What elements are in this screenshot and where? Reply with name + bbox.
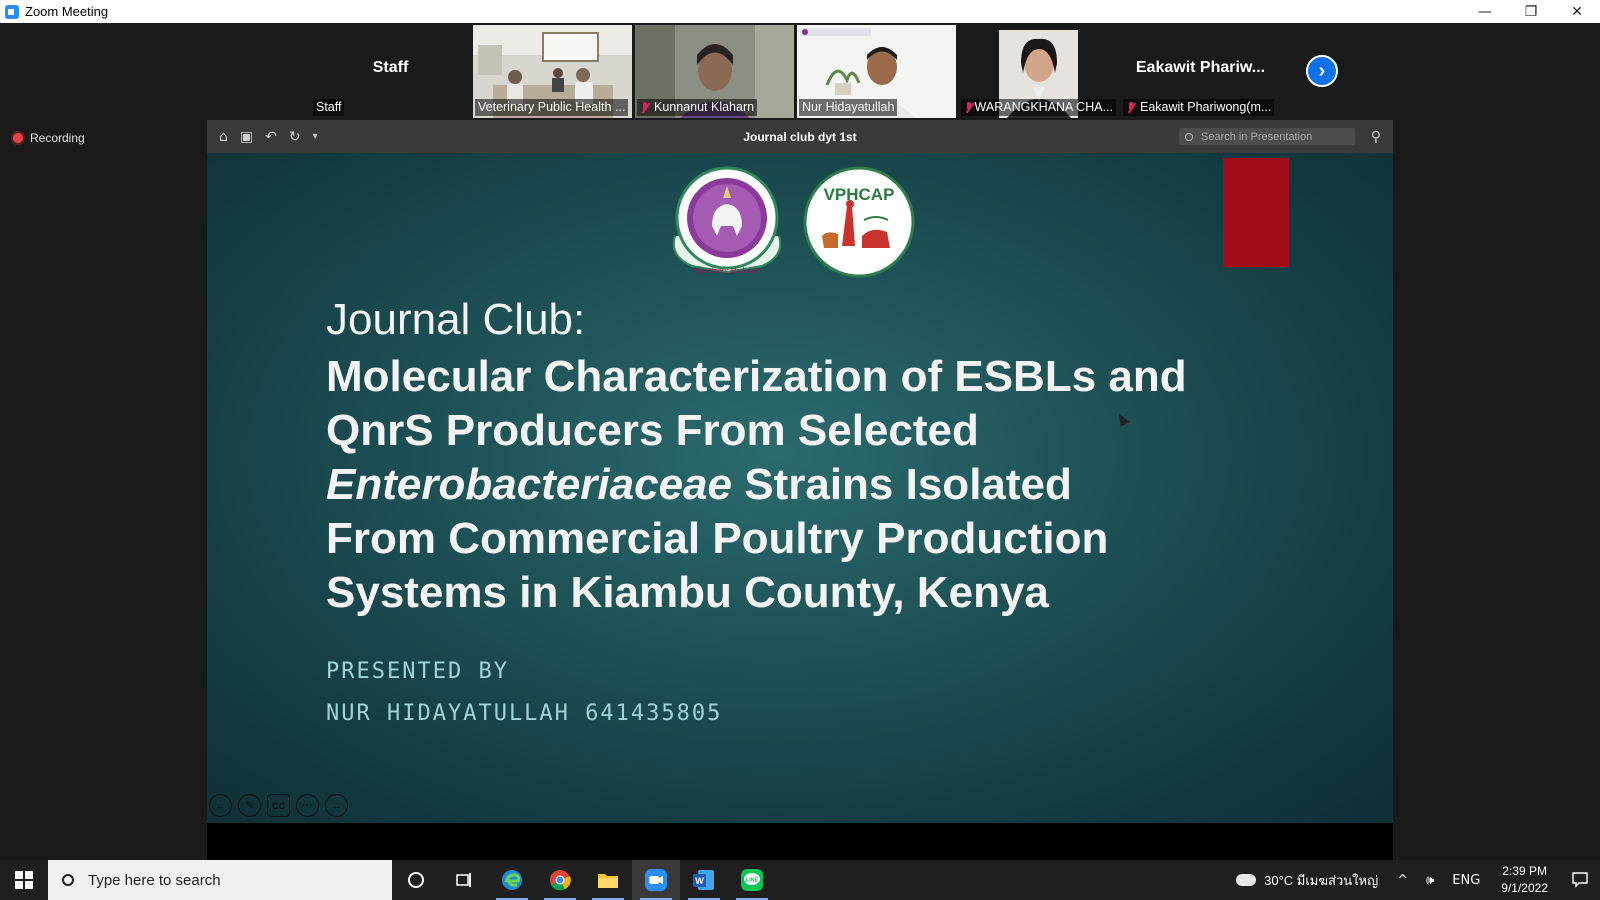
- chrome-icon: [550, 870, 571, 891]
- recording-indicator[interactable]: Recording: [13, 131, 85, 145]
- slide-heading: Journal Club:: [326, 295, 586, 344]
- taskbar-search[interactable]: [48, 860, 392, 900]
- presentation-toolbar: ⌂ ▣ ↶ ↻ ▾ Journal club dyt 1st ⚲: [207, 120, 1393, 153]
- word-app[interactable]: W: [680, 860, 728, 900]
- undo-icon[interactable]: ↶: [265, 129, 277, 145]
- clock-date: 9/1/2022: [1501, 881, 1548, 895]
- participant-gallery: Staff Staff Veterinary Public Health ...: [311, 25, 1280, 118]
- participant-name: WARANGKHANA CHA...: [974, 100, 1113, 114]
- taskbar-search-input[interactable]: [88, 871, 378, 889]
- pen-tool-button[interactable]: ✎: [238, 794, 261, 817]
- line-app[interactable]: LINE: [728, 860, 776, 900]
- more-options-button[interactable]: ···: [296, 794, 319, 817]
- slide-title-line: QnrS Producers From Selected: [326, 406, 979, 455]
- muted-mic-icon: [964, 101, 971, 114]
- participant-tile[interactable]: Veterinary Public Health ...: [473, 25, 632, 118]
- file-explorer-app[interactable]: [584, 860, 632, 900]
- slide-title-line: Enterobacteriaceae Strains Isolated: [326, 458, 1226, 512]
- home-icon[interactable]: ⌂: [219, 129, 228, 145]
- participant-name: Staff: [316, 100, 342, 114]
- folder-icon: [598, 874, 618, 888]
- recording-dot-icon: [13, 133, 23, 143]
- previous-slide-button[interactable]: ←: [209, 794, 232, 817]
- muted-mic-icon: [1126, 101, 1136, 114]
- slide-title-line: From Commercial Poultry Production: [326, 514, 1109, 563]
- presentation-search[interactable]: [1179, 128, 1355, 145]
- task-view-icon: [456, 873, 471, 887]
- svg-text:Veterinary Medicine: Veterinary Medicine: [694, 266, 760, 275]
- slide-controls: ← ✎ CC ··· →: [209, 794, 348, 817]
- participant-big-name: Eakawit Phariw...: [1135, 59, 1266, 76]
- chrome-app[interactable]: [536, 860, 584, 900]
- zoom-logo-icon: [5, 4, 19, 19]
- slide-title: Molecular Characterization of ESBLs and …: [326, 350, 1226, 620]
- minimize-button[interactable]: —: [1462, 0, 1508, 23]
- next-page-button[interactable]: ›: [1306, 55, 1338, 87]
- input-language[interactable]: ENG: [1452, 873, 1480, 888]
- captions-button[interactable]: CC: [267, 794, 290, 817]
- participant-tile[interactable]: Staff Staff: [311, 25, 470, 118]
- vphcap-logo: VPHCAP: [803, 166, 915, 278]
- edge-icon: [502, 870, 522, 890]
- svg-text:VPHCAP: VPHCAP: [824, 185, 895, 204]
- task-view-button[interactable]: [440, 860, 488, 900]
- participant-name: Kunnanut Klaharn: [654, 100, 755, 114]
- window-title: Zoom Meeting: [25, 4, 109, 19]
- zoom-app[interactable]: [632, 860, 680, 900]
- redo-icon[interactable]: ↻: [289, 129, 301, 145]
- participant-big-name: Staff: [372, 59, 409, 76]
- cortana-button[interactable]: [392, 860, 440, 900]
- save-icon[interactable]: ▣: [240, 129, 253, 145]
- participant-tile[interactable]: Kunnanut Klaharn: [635, 25, 794, 118]
- share-person-icon[interactable]: ⚲: [1371, 128, 1381, 145]
- clock-time: 2:39 PM: [1502, 864, 1547, 878]
- presentation-search-input[interactable]: [1201, 130, 1351, 143]
- slide-title-line: Molecular Characterization of ESBLs and: [326, 352, 1187, 401]
- system-tray: 30°C มีเมฆส่วนใหญ่ ^ 🕪 ENG 2:39 PM 9/1/2…: [1236, 860, 1600, 900]
- search-icon: [62, 874, 74, 886]
- zoom-icon: [645, 869, 667, 891]
- cortana-icon: [408, 872, 424, 888]
- customize-dropdown-icon[interactable]: ▾: [313, 131, 318, 142]
- next-slide-button[interactable]: →: [325, 794, 348, 817]
- svg-text:LINE: LINE: [746, 878, 759, 884]
- participant-name: Nur Hidayatullah: [802, 100, 895, 114]
- weather-cloud-icon: [1236, 868, 1257, 886]
- windows-taskbar: W LINE 30°C มีเมฆส่วนใหญ่ ^ 🕪 ENG 2:39 P…: [0, 860, 1600, 900]
- volume-icon[interactable]: 🕪: [1426, 873, 1434, 888]
- edge-app[interactable]: [488, 860, 536, 900]
- word-icon: W: [693, 870, 714, 890]
- clock[interactable]: 2:39 PM 9/1/2022: [1501, 863, 1548, 897]
- recording-label: Recording: [30, 131, 85, 145]
- muted-mic-icon: [640, 101, 650, 114]
- window-titlebar: Zoom Meeting — ❐ ✕: [0, 0, 1600, 23]
- presentation-slide: Veterinary Medicine VPHCAP Journal Club:…: [207, 153, 1393, 823]
- windows-logo-icon: [15, 871, 33, 889]
- chiang-mai-university-vet-logo: Veterinary Medicine: [672, 166, 782, 275]
- show-hidden-icons-icon[interactable]: ^: [1397, 873, 1408, 888]
- search-icon: [1185, 132, 1193, 141]
- participant-tile[interactable]: Eakawit Phariw... Eakawit Phariwong(m...: [1121, 25, 1280, 118]
- close-button[interactable]: ✕: [1554, 0, 1600, 23]
- weather-widget[interactable]: 30°C มีเมฆส่วนใหญ่: [1236, 868, 1379, 891]
- notifications-button[interactable]: [1560, 860, 1600, 900]
- start-button[interactable]: [0, 860, 48, 900]
- decorative-red-block: [1223, 158, 1289, 267]
- weather-text: 30°C มีเมฆส่วนใหญ่: [1264, 872, 1379, 888]
- slide-title-line: Systems in Kiambu County, Kenya: [326, 568, 1049, 617]
- line-icon: LINE: [741, 869, 763, 891]
- presented-by-label: PRESENTED BY: [326, 659, 509, 684]
- svg-text:W: W: [695, 876, 704, 886]
- presenter-name: NUR HIDAYATULLAH 641435805: [326, 701, 723, 726]
- participant-name: Eakawit Phariwong(m...: [1140, 100, 1272, 114]
- slide-title-rest: Strains Isolated: [732, 460, 1072, 509]
- restore-button[interactable]: ❐: [1508, 0, 1554, 23]
- participant-tile-active-speaker[interactable]: Nur Hidayatullah: [797, 25, 956, 118]
- shared-screen: ⌂ ▣ ↶ ↻ ▾ Journal club dyt 1st ⚲ Veterin…: [207, 120, 1393, 863]
- participant-tile[interactable]: WARANGKHANA CHA...: [959, 25, 1118, 118]
- notification-icon: [1572, 872, 1588, 888]
- participant-name: Veterinary Public Health ...: [478, 100, 626, 114]
- slide-title-italic: Enterobacteriaceae: [326, 460, 732, 509]
